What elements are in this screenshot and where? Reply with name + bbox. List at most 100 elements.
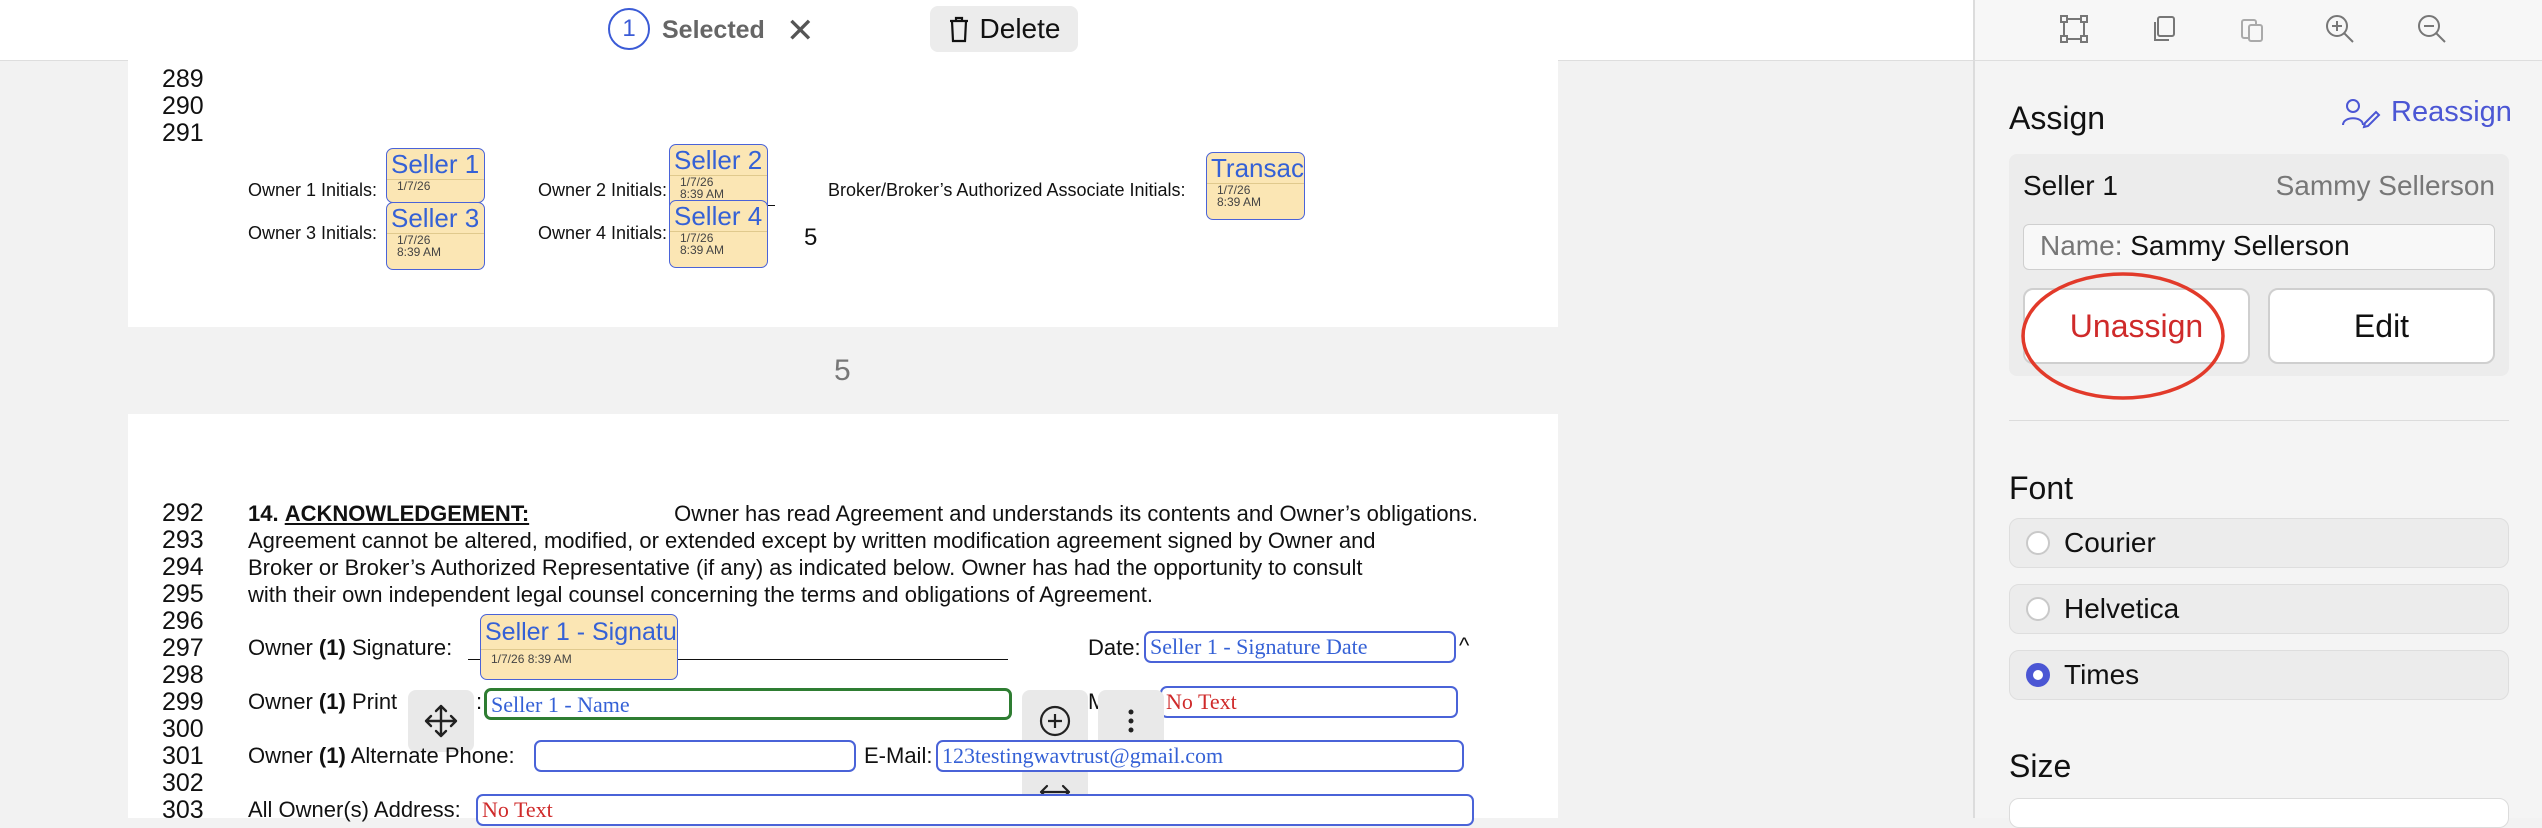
print-colon: : — [476, 689, 483, 714]
section-number: 14. — [248, 501, 279, 526]
no-text-field-1[interactable]: No Text — [1160, 686, 1458, 718]
line-number: 296 — [162, 607, 204, 635]
no-text-field-2[interactable]: No Text — [476, 794, 1474, 826]
signature-label: Owner (1) Signature: — [248, 635, 453, 660]
line-number: 300 — [162, 715, 204, 743]
underline — [768, 205, 775, 206]
copy-icon[interactable] — [2149, 14, 2179, 44]
line-number: 291 — [162, 119, 204, 147]
paragraph-line-2: Agreement cannot be altered, modified, o… — [248, 528, 1376, 553]
font-option-helvetica[interactable]: Helvetica — [2009, 584, 2509, 634]
field-time: 8:39 AM — [1217, 195, 1262, 209]
properties-panel: Assign Reassign Seller 1 Sammy Sellerson… — [1973, 0, 2542, 828]
owner3-initials-label: Owner 3 Initials: — [248, 223, 378, 243]
transaction-initials-field[interactable]: Transact 1/7/26 8:39 AM — [1206, 152, 1305, 220]
more-vertical-icon — [1128, 709, 1134, 733]
clear-selection-icon[interactable]: ✕ — [786, 11, 815, 51]
paragraph-line-1: Owner has read Agreement and understands… — [674, 501, 1478, 526]
email-label: E-Mail: — [864, 743, 933, 768]
field-time: 8:39 AM — [397, 245, 442, 259]
select-frame-icon[interactable] — [2059, 14, 2089, 44]
name-field[interactable]: Name: Sammy Sellerson — [2023, 224, 2495, 270]
field-title: Seller 1 - Signatur — [485, 618, 678, 646]
delete-button[interactable]: Delete — [930, 6, 1078, 52]
owner4-initials-label: Owner 4 Initials: — [538, 223, 668, 243]
email-field[interactable]: 123testingwavtrust@gmail.com — [936, 740, 1464, 772]
field-title: Seller 3 - — [391, 203, 485, 233]
alternate-phone-field[interactable] — [534, 740, 856, 772]
annotation-circle — [2021, 272, 2225, 400]
signature-field[interactable]: Seller 1 - Signatur 1/7/26 8:39 AM — [480, 614, 678, 680]
date-label: Date: — [1088, 635, 1141, 660]
field-title: Seller 2 - — [674, 145, 768, 175]
line-number: 298 — [162, 661, 204, 689]
font-option-label: Courier — [2064, 527, 2156, 558]
seller4-initials-field[interactable]: Seller 4 - 1/7/26 8:39 AM — [669, 200, 768, 268]
reassign-label: Reassign — [2391, 96, 2512, 128]
line-number: 293 — [162, 526, 204, 554]
line-number: 299 — [162, 688, 204, 716]
line-number: 294 — [162, 553, 204, 581]
print-name-label: Owner (1) Print — [248, 689, 398, 714]
zoom-out-icon[interactable] — [2415, 12, 2449, 46]
field-time: 8:39 AM — [680, 243, 725, 257]
zoom-in-icon[interactable] — [2323, 12, 2357, 46]
seller1-initials-field[interactable]: Seller 1 - 1/7/26 — [386, 148, 485, 203]
reassign-user-icon — [2342, 98, 2381, 128]
line-number: 301 — [162, 742, 204, 770]
owner2-initials-label: Owner 2 Initials: — [538, 180, 668, 200]
signature-date-field[interactable]: Seller 1 - Signature Date — [1144, 631, 1456, 663]
font-option-label: Helvetica — [2064, 593, 2180, 624]
signer-name: Sammy Sellerson — [2275, 170, 2495, 201]
radio-icon — [2026, 531, 2050, 555]
signer-role: Seller 1 — [2023, 170, 2118, 201]
broker-initials-label: Broker/Broker’s Authorized Associate Ini… — [828, 180, 1186, 200]
field-time: 8:39 AM — [680, 187, 725, 201]
acknowledgement-paragraph: 14. ACKNOWLEDGEMENT: Owner has read Agre… — [248, 500, 1478, 608]
font-title: Font — [2009, 470, 2074, 506]
paste-icon[interactable] — [2237, 14, 2267, 44]
seller3-initials-field[interactable]: Seller 3 - 1/7/26 8:39 AM — [386, 202, 485, 270]
seller-name-field[interactable]: Seller 1 - Name — [484, 688, 1012, 720]
edit-button[interactable]: Edit — [2268, 288, 2495, 364]
section-title: ACKNOWLEDGEMENT: — [284, 501, 530, 526]
edit-label: Edit — [2353, 307, 2410, 344]
owner1-initials-label: Owner 1 Initials: — [248, 180, 378, 200]
paragraph-line-4: with their own independent legal counsel… — [248, 582, 1154, 607]
line-number: 302 — [162, 769, 204, 797]
radio-selected-icon — [2026, 663, 2050, 687]
assign-title: Assign — [2009, 100, 2106, 136]
font-option-courier[interactable]: Courier — [2009, 518, 2509, 568]
name-field-value: Sammy Sellerson — [2130, 230, 2350, 261]
line-number: 289 — [162, 65, 204, 93]
field-title: Seller 4 - — [674, 201, 768, 231]
line-number: 290 — [162, 92, 204, 120]
delete-label: Delete — [979, 13, 1061, 44]
plus-circle-icon — [1039, 705, 1071, 737]
selected-label: Selected — [662, 16, 765, 44]
size-input[interactable] — [2009, 798, 2509, 828]
trash-icon — [949, 16, 968, 43]
field-title: Transact — [1211, 153, 1305, 183]
line-number: 292 — [162, 499, 204, 527]
field-date: 1/7/26 — [387, 179, 484, 192]
radio-icon — [2026, 597, 2050, 621]
divider — [2009, 420, 2509, 421]
font-option-times[interactable]: Times — [2009, 650, 2509, 700]
panel-toolbar — [1975, 0, 2542, 61]
page-number-inline: 5 — [804, 224, 818, 251]
selection-toolbar: 1 Selected ✕ Delete — [0, 0, 1973, 61]
caret-mark: ^ — [1459, 633, 1470, 658]
line-number: 297 — [162, 634, 204, 662]
reassign-button[interactable]: Reassign — [2341, 96, 2512, 129]
field-title: Seller 1 - — [391, 149, 485, 179]
field-meta: 1/7/26 8:39 AM — [481, 649, 677, 665]
selected-count-badge: 1 — [608, 8, 650, 50]
font-option-label: Times — [2064, 659, 2140, 690]
name-field-label: Name: — [2040, 230, 2123, 261]
line-number: 303 — [162, 796, 204, 824]
paragraph-line-3: Broker or Broker’s Authorized Representa… — [248, 555, 1363, 580]
alternate-phone-label: Owner (1) Alternate Phone: — [248, 743, 515, 768]
page-separator-number: 5 — [834, 354, 851, 387]
address-label: All Owner(s) Address: — [248, 797, 461, 822]
